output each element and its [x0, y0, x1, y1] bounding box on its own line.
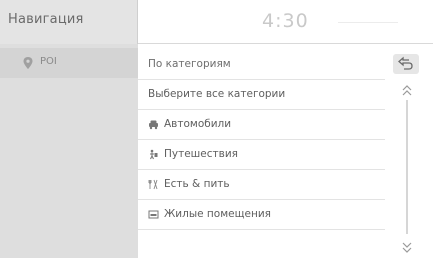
poi-pin-icon — [23, 57, 33, 69]
car-icon — [149, 120, 158, 130]
sidebar-item-label: POI — [40, 56, 57, 67]
list-item-label: Жилые помещения — [164, 208, 271, 220]
scroll-up-icon[interactable] — [400, 84, 414, 98]
scrollbar[interactable] — [400, 84, 414, 258]
page-title: Навигация — [8, 12, 84, 27]
category-list: По категориям Выберите все категории Авт… — [138, 50, 385, 258]
list-item-label: Автомобили — [164, 118, 232, 130]
navigation-screen: Навигация 4:30 POI По категориям Выберит… — [0, 0, 433, 258]
scroll-track[interactable] — [406, 100, 408, 234]
list-item-cars[interactable]: Автомобили — [138, 110, 385, 140]
sidebar-item-poi[interactable]: POI — [0, 48, 138, 78]
travel-icon — [150, 149, 158, 160]
scroll-down-icon[interactable] — [400, 240, 414, 254]
list-item-food[interactable]: Есть & пить — [138, 170, 385, 200]
list-item-lodging[interactable]: Жилые помещения — [138, 200, 385, 230]
list-item-select-all[interactable]: Выберите все категории — [138, 80, 385, 110]
list-item-label: Есть & пить — [164, 178, 230, 190]
list-header-label: По категориям — [148, 58, 231, 70]
list-item-travel[interactable]: Путешествия — [138, 140, 385, 170]
list-item-label: Путешествия — [164, 148, 238, 160]
list-item-label: Выберите все категории — [148, 88, 286, 100]
list-header-by-category[interactable]: По категориям — [138, 50, 385, 80]
food-icon — [148, 179, 158, 190]
clock: 4:30 — [262, 10, 309, 32]
sidebar: POI — [0, 44, 138, 258]
back-arrow-icon — [398, 56, 413, 70]
title-box: Навигация — [0, 0, 138, 44]
lodging-icon — [148, 210, 159, 219]
topbar-divider — [338, 22, 398, 23]
top-bar: Навигация 4:30 — [0, 0, 433, 44]
back-button[interactable] — [393, 54, 419, 74]
